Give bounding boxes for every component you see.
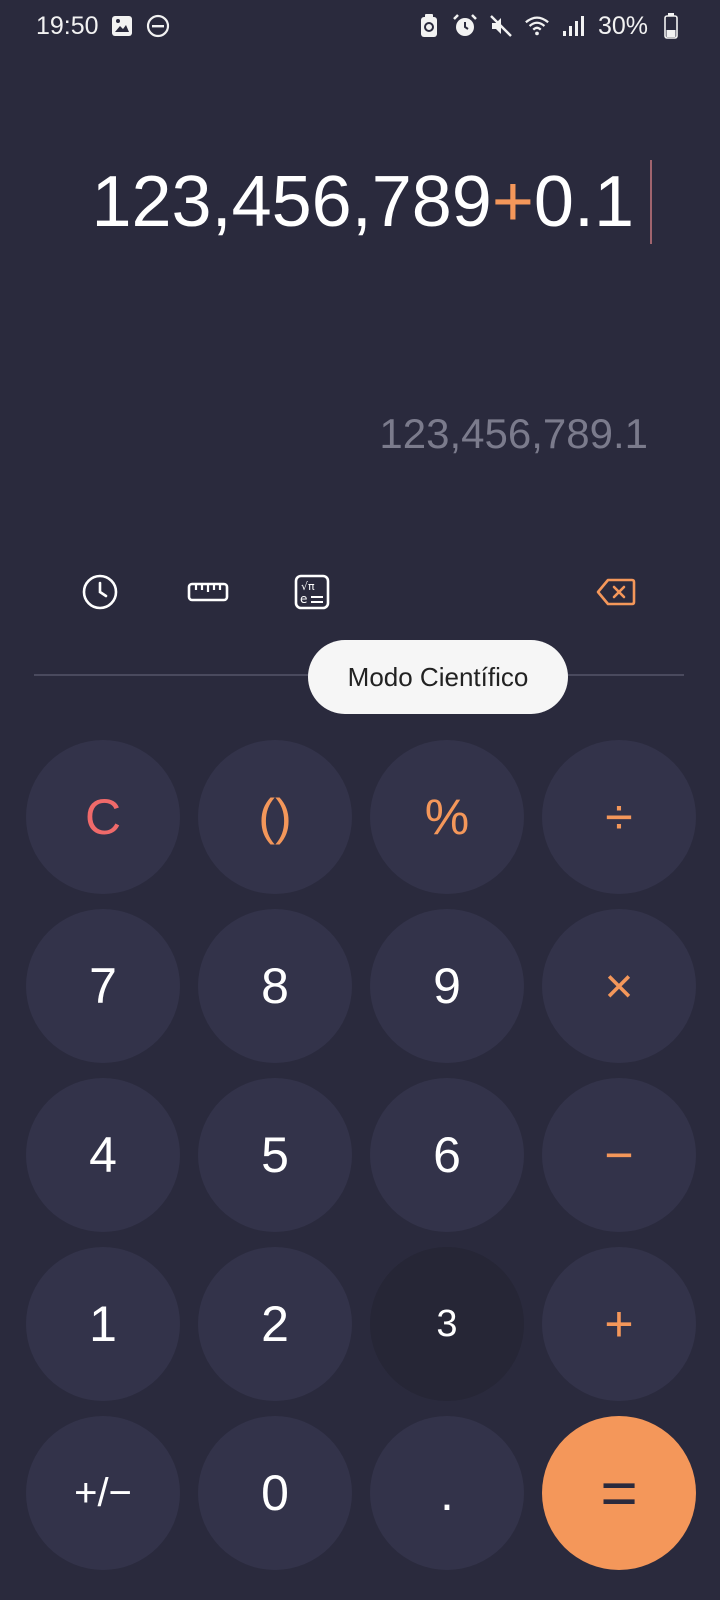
sign-toggle-button[interactable]: +/− [26,1416,180,1570]
backspace-icon [596,577,636,612]
status-time: 19:50 [36,11,99,40]
parentheses-button[interactable]: () [198,740,352,894]
expression-operator: + [491,162,534,242]
plus-button[interactable]: + [542,1247,696,1401]
gallery-icon [109,13,135,39]
result-preview: 123,456,789.1 [379,410,648,457]
digit-9-button[interactable]: 9 [370,909,524,1063]
battery-icon [658,13,684,39]
expression-operand-right: 0.1 [533,162,634,242]
unit-converter-button[interactable] [184,570,232,618]
mute-icon [488,13,514,39]
ruler-icon [187,579,229,610]
status-right: 30% [416,12,684,41]
digit-0-button[interactable]: 0 [198,1416,352,1570]
status-bar: 19:50 30% [0,0,720,52]
battery-saver-icon [416,13,442,39]
percent-button[interactable]: % [370,740,524,894]
history-icon [81,573,119,616]
alarm-icon [452,13,478,39]
digit-2-button[interactable]: 2 [198,1247,352,1401]
svg-text:e: e [300,592,307,606]
equals-button[interactable]: = [542,1416,696,1570]
signal-icon [560,13,586,39]
digit-5-button[interactable]: 5 [198,1078,352,1232]
digit-6-button[interactable]: 6 [370,1078,524,1232]
do-not-disturb-icon [145,13,171,39]
scientific-mode-tooltip: Modo Científico [308,640,568,714]
decimal-button[interactable]: . [370,1416,524,1570]
digit-1-button[interactable]: 1 [26,1247,180,1401]
text-cursor [650,160,652,244]
expression-operand-left: 123,456,789 [91,162,492,242]
expression-display[interactable]: 123,456,789+0.1 [91,160,634,244]
backspace-button[interactable] [592,570,640,618]
divide-button[interactable]: ÷ [542,740,696,894]
digit-8-button[interactable]: 8 [198,909,352,1063]
scientific-mode-icon: √π e [294,574,330,615]
tool-row: √π e [0,570,720,620]
history-button[interactable] [76,570,124,618]
digit-7-button[interactable]: 7 [26,909,180,1063]
minus-button[interactable]: − [542,1078,696,1232]
clear-button[interactable]: C [26,740,180,894]
digit-3-button[interactable]: 3 [370,1247,524,1401]
scientific-mode-button[interactable]: √π e [288,570,336,618]
status-left: 19:50 [36,12,171,41]
wifi-icon [524,13,550,39]
battery-percent: 30% [597,11,648,40]
digit-4-button[interactable]: 4 [26,1078,180,1232]
multiply-button[interactable]: × [542,909,696,1063]
